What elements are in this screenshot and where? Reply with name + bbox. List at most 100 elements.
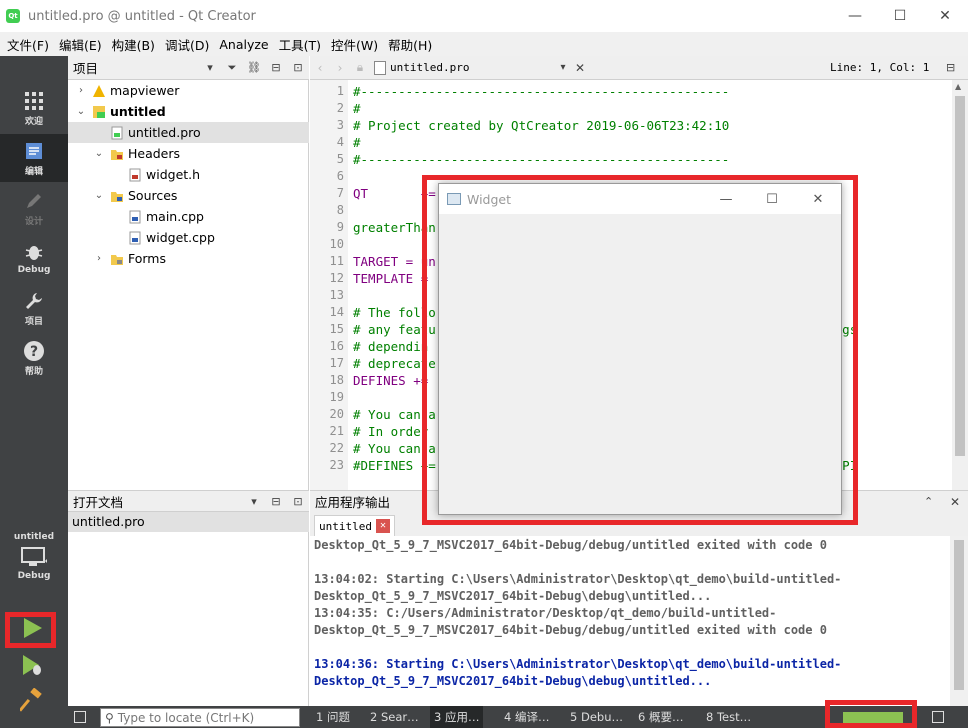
projects-pane-header: 项目 ▾ ⏷ ⛓ ⊟ ⊡	[68, 56, 309, 80]
warning-icon	[92, 84, 106, 98]
tree-expander-icon[interactable]: ⌄	[92, 148, 106, 159]
tree-item[interactable]: widget.h	[68, 164, 309, 185]
mode-label: 帮助	[24, 366, 43, 377]
minimize-button[interactable]: —	[832, 0, 878, 32]
tree-item[interactable]: › Forms	[68, 248, 309, 269]
tree-item[interactable]: widget.cpp	[68, 227, 309, 248]
cursor-position[interactable]: Line: 1, Col: 1	[830, 61, 929, 74]
menu-item[interactable]: 帮助(H)	[383, 35, 437, 54]
menu-item[interactable]: Analyze	[214, 37, 273, 52]
editor-scrollbar[interactable]: ▲	[952, 80, 968, 490]
close-pane-icon[interactable]: ✕	[950, 495, 960, 509]
forward-icon[interactable]: ›	[330, 61, 350, 75]
output-line: Desktop_Qt_5_9_7_MSVC2017_64bit-Debug\de…	[314, 674, 712, 688]
status-tab[interactable]: 1 问题	[312, 706, 354, 728]
cpp-folder-icon	[110, 189, 124, 203]
chevron-down-icon[interactable]: ▾	[555, 62, 571, 73]
output-line: Desktop_Qt_5_9_7_MSVC2017_64bit-Debug/de…	[314, 623, 827, 637]
menu-item[interactable]: 编辑(E)	[54, 35, 107, 54]
debug-run-button[interactable]	[14, 654, 50, 680]
line-number: 23	[329, 458, 344, 472]
status-tab[interactable]: 8 Test…	[702, 706, 755, 728]
menu-item[interactable]: 控件(W)	[326, 35, 383, 54]
locator-input[interactable]: ⚲ Type to locate (Ctrl+K)	[100, 708, 300, 727]
status-tab[interactable]: 6 概要…	[634, 706, 687, 728]
chevron-down-icon[interactable]: ▾	[243, 490, 265, 512]
tree-expander-icon[interactable]: ⌄	[74, 106, 88, 117]
close-button[interactable]: ✕	[922, 0, 968, 32]
output-tab[interactable]: untitled ✕	[314, 515, 395, 536]
forms-folder-icon	[110, 252, 124, 266]
tree-item[interactable]: ⌄ untitled	[68, 101, 309, 122]
back-icon[interactable]: ‹	[310, 61, 330, 75]
output-scrollbar[interactable]	[950, 536, 968, 706]
scroll-up-icon[interactable]: ▲	[955, 82, 961, 91]
link-icon[interactable]: ⛓	[243, 57, 265, 79]
scrollbar-thumb[interactable]	[955, 96, 965, 456]
collapse-icon[interactable]: ⌃	[924, 495, 933, 508]
tree-item[interactable]: ⌄ Headers	[68, 143, 309, 164]
close-pane-icon[interactable]: ⊡	[287, 490, 309, 512]
kit-selector[interactable]: untitled Debug	[0, 528, 68, 600]
mode-edit[interactable]: 编辑	[0, 134, 68, 182]
tree-item[interactable]: untitled.pro	[68, 122, 309, 143]
tree-item[interactable]: main.cpp	[68, 206, 309, 227]
mode-projects[interactable]: 项目	[0, 284, 68, 332]
tree-item-label: Sources	[128, 188, 178, 203]
build-button[interactable]	[14, 687, 50, 716]
status-tab[interactable]: 5 Debu…	[566, 706, 627, 728]
scrollbar-thumb[interactable]	[954, 540, 964, 690]
split-icon[interactable]: ⊟	[265, 57, 287, 79]
mode-welcome[interactable]: 欢迎	[0, 84, 68, 132]
tree-item-label: widget.cpp	[146, 230, 215, 245]
line-number: 3	[336, 118, 344, 132]
close-pane-icon[interactable]: ⊡	[287, 57, 309, 79]
h-folder-icon	[110, 147, 124, 161]
tree-item[interactable]: › mapviewer	[68, 80, 309, 101]
mode-debug[interactable]: Debug	[0, 234, 68, 282]
close-doc-icon[interactable]: ✕	[571, 61, 589, 75]
split-icon[interactable]: ⊟	[265, 490, 287, 512]
mode-label: 项目	[24, 316, 43, 327]
tree-item[interactable]: ⌄ Sources	[68, 185, 309, 206]
annotation-box-progress	[825, 700, 917, 728]
annotation-box-run	[5, 612, 56, 648]
output-tab-label: untitled	[319, 519, 372, 533]
menu-item[interactable]: 调试(D)	[160, 35, 214, 54]
chevron-down-icon[interactable]: ▾	[199, 57, 221, 79]
split-icon[interactable]: ⊟	[946, 61, 955, 74]
menu-item[interactable]: 文件(F)	[2, 35, 54, 54]
menu-item[interactable]: 构建(B)	[107, 35, 160, 54]
tree-item-label: untitled	[110, 104, 166, 119]
filter-icon[interactable]: ⏷	[221, 57, 243, 79]
editor-filename[interactable]: untitled.pro	[390, 61, 555, 74]
tree-expander-icon[interactable]: ›	[74, 85, 88, 96]
menu-item[interactable]: 工具(T)	[274, 35, 326, 54]
mode-label: 欢迎	[24, 116, 43, 127]
tree-expander-icon[interactable]: ⌄	[92, 190, 106, 201]
lock-icon: 🔒︎	[356, 60, 364, 74]
search-icon: ⚲	[105, 710, 114, 725]
maximize-button[interactable]: ☐	[877, 0, 923, 32]
code-line: #	[353, 135, 361, 150]
application-output[interactable]: Desktop_Qt_5_9_7_MSVC2017_64bit-Debug/de…	[310, 536, 968, 706]
close-tab-icon[interactable]: ✕	[375, 519, 390, 533]
mode-help[interactable]: ? 帮助	[0, 334, 68, 382]
open-doc-item[interactable]: untitled.pro	[68, 512, 309, 532]
bug-icon	[23, 241, 45, 263]
code-line: #	[353, 101, 361, 116]
status-tab[interactable]: 4 编译…	[500, 706, 553, 728]
edit-doc-icon	[23, 140, 45, 162]
status-tab[interactable]: 2 Sear…	[366, 706, 423, 728]
toggle-sidebar-icon[interactable]	[74, 711, 86, 723]
tree-expander-icon[interactable]: ›	[92, 253, 106, 264]
wrench-icon	[23, 290, 45, 312]
output-line: 13:04:36: Starting C:\Users\Administrato…	[314, 657, 842, 671]
line-number: 10	[329, 237, 344, 251]
line-number: 18	[329, 373, 344, 387]
toggle-output-icon[interactable]	[932, 711, 944, 723]
mode-label: Debug	[17, 265, 51, 275]
status-tab[interactable]: 3 应用…	[430, 706, 484, 728]
line-number: 7	[336, 186, 344, 200]
mode-design[interactable]: 设计	[0, 184, 68, 232]
